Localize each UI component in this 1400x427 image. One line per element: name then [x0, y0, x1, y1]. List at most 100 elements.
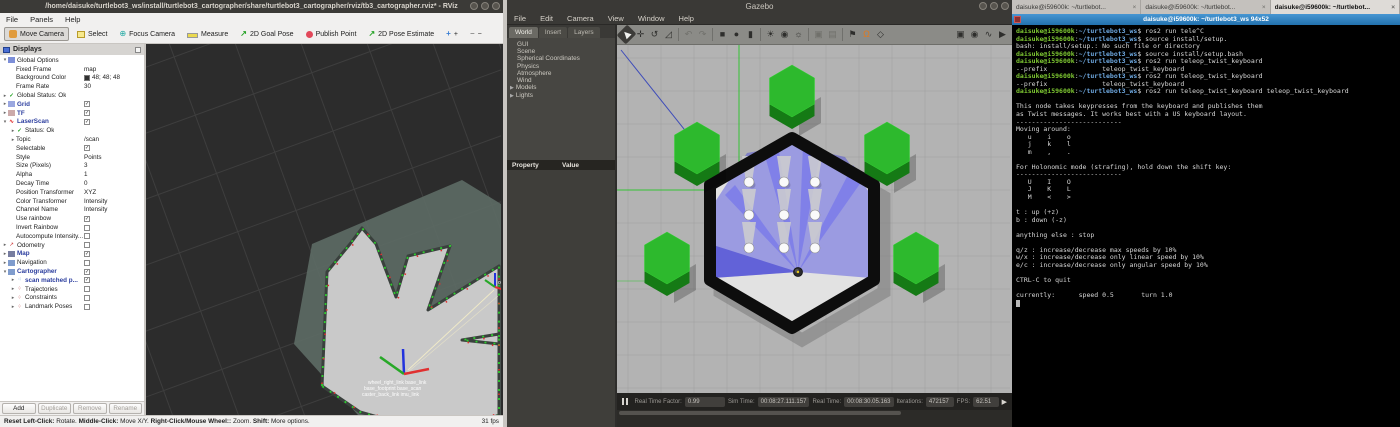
- tree-item-value[interactable]: Points: [84, 154, 102, 161]
- world-tree-item-gui[interactable]: GUI: [517, 41, 615, 48]
- tree-row[interactable]: ▸ ↗ Odometry: [0, 241, 144, 250]
- minimize-button[interactable]: [470, 2, 478, 10]
- gazebo-titlebar[interactable]: Gazebo: [507, 0, 1012, 13]
- pause-button[interactable]: [622, 398, 628, 405]
- tool-move-button[interactable]: Move Camera: [4, 27, 69, 41]
- terminal-tab[interactable]: daisuke@i59600k: ~/turtlebot... ×: [1012, 0, 1142, 14]
- gazebo-3d-viewport[interactable]: [617, 45, 1012, 393]
- tree-item-value[interactable]: 1: [84, 171, 88, 178]
- menu-help[interactable]: Help: [59, 15, 86, 24]
- tree-item-value[interactable]: ✓: [84, 101, 90, 108]
- plot-icon[interactable]: ∿: [982, 27, 995, 42]
- tree-row[interactable]: ▸ ⁖ scan matched p... ✓: [0, 276, 144, 285]
- tree-item-value[interactable]: [84, 259, 90, 266]
- close-button[interactable]: [1001, 2, 1009, 10]
- close-tab-icon[interactable]: ×: [1391, 4, 1395, 11]
- tree-item-value[interactable]: ✓: [84, 268, 90, 275]
- rviz-3d-viewport[interactable]: wheel_right_link base_link base_footprin…: [146, 44, 503, 415]
- world-tree-item-models[interactable]: ▶ Models: [510, 84, 615, 92]
- world-tree-item-scene[interactable]: Scene: [517, 48, 615, 55]
- tree-row[interactable]: ▾ ∿ LaserScan ✓: [0, 118, 144, 127]
- tool-plus-button[interactable]: + +: [442, 28, 462, 40]
- world-tree-item-spherical-coordinates[interactable]: Spherical Coordinates: [517, 55, 615, 62]
- tree-row[interactable]: ▸ ✓ Global Status: Ok: [0, 91, 144, 100]
- terminal-titlebar[interactable]: daisuke@i59600k: ~/turtlebot3_ws 94x52: [1012, 14, 1400, 25]
- tree-row[interactable]: ▸ ✓ Status: Ok: [0, 126, 144, 135]
- minimize-button[interactable]: [979, 2, 987, 10]
- copy-icon[interactable]: ▣: [812, 27, 825, 42]
- tree-row[interactable]: Selectable ✓: [0, 144, 144, 153]
- checkbox[interactable]: ✓: [84, 118, 90, 125]
- menu-panels[interactable]: Panels: [24, 15, 59, 24]
- displays-panel-header[interactable]: Displays: [0, 44, 144, 55]
- tree-item-value[interactable]: 0: [84, 180, 88, 187]
- tree-row[interactable]: ▸ Navigation: [0, 258, 144, 267]
- tree-row[interactable]: Style Points: [0, 153, 144, 162]
- tree-row[interactable]: Frame Rate 30: [0, 82, 144, 91]
- tree-row[interactable]: Alpha 1: [0, 170, 144, 179]
- tree-row[interactable]: Position Transformer XYZ: [0, 188, 144, 197]
- close-tab-icon[interactable]: ×: [1133, 4, 1137, 11]
- undo-icon[interactable]: ↶: [682, 27, 695, 42]
- checkbox[interactable]: [84, 224, 90, 231]
- tree-row[interactable]: Use rainbow ✓: [0, 214, 144, 223]
- menu-window[interactable]: Window: [631, 14, 672, 23]
- tree-row[interactable]: Decay Time 0: [0, 179, 144, 188]
- cylinder-shape-icon[interactable]: ▮: [744, 27, 757, 42]
- world-tree-item-lights[interactable]: ▶ Lights: [510, 92, 615, 100]
- checkbox[interactable]: [84, 303, 90, 310]
- tree-row[interactable]: ▸ Topic/scan: [0, 135, 144, 144]
- maximize-button[interactable]: [990, 2, 998, 10]
- checkbox[interactable]: ✓: [84, 250, 90, 257]
- redo-icon[interactable]: ↷: [696, 27, 709, 42]
- world-tree-item-physics[interactable]: Physics: [517, 63, 615, 70]
- tool-focus-button[interactable]: ⊕ Focus Camera: [115, 28, 179, 40]
- sphere-shape-icon[interactable]: ●: [730, 27, 743, 42]
- close-tab-icon[interactable]: ×: [1262, 4, 1266, 11]
- tool-goal-button[interactable]: ↗ 2D Goal Pose: [236, 28, 297, 40]
- tree-item-value[interactable]: /scan: [84, 136, 99, 143]
- box-shape-icon[interactable]: ■: [716, 27, 729, 42]
- tree-item-value[interactable]: ✓: [84, 215, 90, 222]
- terminal-output[interactable]: daisuke@i59600k:~/turtlebot3_ws$ ros2 ru…: [1012, 25, 1400, 427]
- paste-icon[interactable]: ▤: [826, 27, 839, 42]
- directional-light-icon[interactable]: ☼: [792, 27, 805, 42]
- scale-tool-icon[interactable]: ◿: [662, 27, 675, 42]
- tool-point-button[interactable]: Publish Point: [302, 29, 361, 40]
- checkbox[interactable]: [84, 259, 90, 266]
- step-button[interactable]: ▶: [1002, 398, 1007, 406]
- tree-item-value[interactable]: ✓: [84, 250, 90, 257]
- tree-item-value[interactable]: ✓: [84, 118, 90, 125]
- checkbox[interactable]: ✓: [84, 145, 90, 152]
- expander-icon[interactable]: ▶: [510, 93, 514, 99]
- menu-file[interactable]: File: [0, 15, 24, 24]
- checkbox[interactable]: ✓: [84, 268, 90, 275]
- tab-world[interactable]: World: [509, 27, 538, 38]
- tree-row[interactable]: Autocompute Intensity...: [0, 232, 144, 241]
- checkbox[interactable]: ✓: [84, 215, 90, 222]
- world-tree-item-wind[interactable]: Wind: [517, 77, 615, 84]
- tree-row[interactable]: Background Color 48; 48; 48: [0, 74, 144, 83]
- tree-row[interactable]: Size (Pixels) 3: [0, 162, 144, 171]
- expander-icon[interactable]: ▶: [510, 85, 514, 91]
- tree-item-value[interactable]: [84, 224, 90, 231]
- view-angle-icon[interactable]: ◇: [874, 27, 887, 42]
- tab-layers[interactable]: Layers: [568, 27, 600, 38]
- tree-row[interactable]: Color Transformer Intensity: [0, 197, 144, 206]
- tree-row[interactable]: ▸ ⁘ Trajectories: [0, 285, 144, 294]
- tab-insert[interactable]: Insert: [538, 27, 568, 38]
- tree-item-value[interactable]: [84, 303, 90, 310]
- tree-row[interactable]: ▸ ⁘ Landmark Poses: [0, 302, 144, 311]
- tree-item-value[interactable]: 48; 48; 48: [84, 74, 120, 81]
- tree-item-value[interactable]: XYZ: [84, 189, 96, 196]
- tree-row[interactable]: Fixed Frame map: [0, 65, 144, 74]
- video-record-icon[interactable]: ▶: [996, 27, 1009, 42]
- rotate-tool-icon[interactable]: ↺: [648, 27, 661, 42]
- world-tree-item-atmosphere[interactable]: Atmosphere: [517, 70, 615, 77]
- menu-camera[interactable]: Camera: [560, 14, 601, 23]
- screenshot-icon[interactable]: ▣: [954, 27, 967, 42]
- menu-view[interactable]: View: [601, 14, 631, 23]
- tree-row[interactable]: ▸ ⁘ Constraints: [0, 294, 144, 303]
- tree-item-value[interactable]: ✓: [84, 110, 90, 117]
- maximize-button[interactable]: [481, 2, 489, 10]
